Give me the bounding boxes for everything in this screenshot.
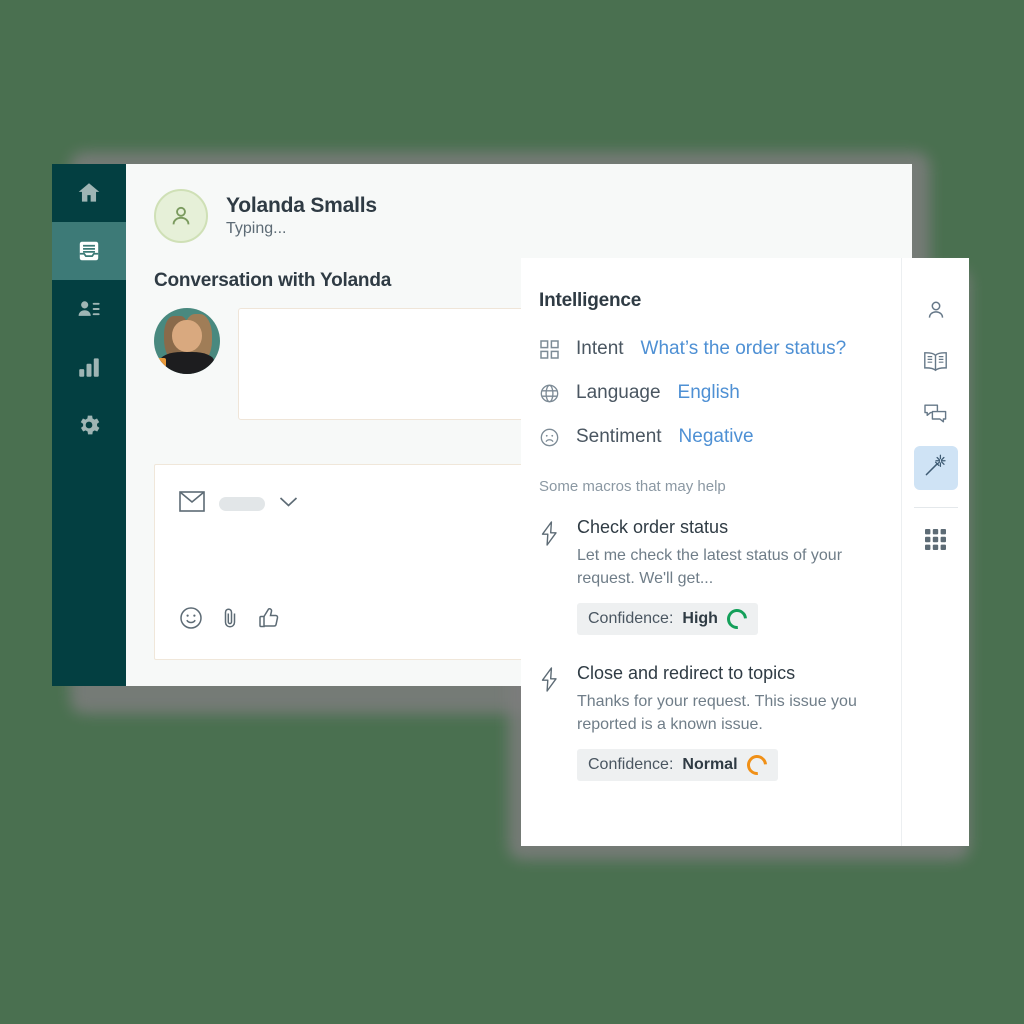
conversation-header: Yolanda Smalls Typing... <box>126 164 912 248</box>
intent-value[interactable]: What’s the order status? <box>641 338 847 360</box>
channel-name-placeholder <box>219 497 265 511</box>
contact-name: Yolanda Smalls <box>226 193 377 217</box>
intent-label: Intent <box>576 338 624 359</box>
chevron-down-icon[interactable] <box>279 495 298 513</box>
rail-divider <box>913 507 958 508</box>
apps-grid-icon <box>924 528 947 556</box>
intelligence-row-sentiment: Sentiment Negative <box>539 426 901 448</box>
intelligence-title: Intelligence <box>539 290 642 311</box>
typing-status: Typing... <box>226 220 287 238</box>
sidebar-item-settings[interactable] <box>52 396 126 454</box>
globe-icon <box>539 384 559 403</box>
macro-title: Check order status <box>577 517 729 537</box>
sidebar-item-reports[interactable] <box>52 338 126 396</box>
person-icon <box>924 298 948 327</box>
intelligence-row-intent: Intent What’s the order status? <box>539 338 901 360</box>
intelligence-content: Intelligence Intent What’s the order sta… <box>521 258 901 846</box>
rail-item-customer[interactable] <box>914 290 958 334</box>
magic-wand-icon <box>923 453 948 483</box>
intelligence-row-language: Language English <box>539 382 901 404</box>
message-bubble <box>238 308 538 420</box>
sidebar-item-inbox[interactable] <box>52 222 126 280</box>
contact-meta: Yolanda Smalls Typing... <box>226 194 377 238</box>
composer-channel-selector[interactable] <box>155 465 531 517</box>
intelligence-rail <box>901 258 969 846</box>
rail-item-conversations[interactable] <box>914 394 958 438</box>
composer-actions <box>179 606 281 635</box>
rail-item-knowledge[interactable] <box>914 342 958 386</box>
message-avatar <box>154 308 220 374</box>
settings-icon <box>76 412 102 438</box>
sentiment-label: Sentiment <box>576 426 662 447</box>
message-composer[interactable] <box>154 464 532 660</box>
macro-description: Thanks for your request. This issue you … <box>577 692 857 733</box>
thumbs-up-icon[interactable] <box>257 606 281 635</box>
home-icon <box>76 180 102 206</box>
sidebar-item-home[interactable] <box>52 164 126 222</box>
macro-description: Let me check the latest status of your r… <box>577 546 843 587</box>
language-value[interactable]: English <box>678 382 740 404</box>
status-badge: Confidence: Normal <box>577 748 778 781</box>
avatar <box>154 189 208 243</box>
primary-sidebar <box>52 164 126 686</box>
confidence-ring-icon <box>722 604 752 634</box>
sentiment-icon <box>539 428 559 447</box>
macros-heading: Some macros that may help <box>539 478 726 495</box>
emoji-icon[interactable] <box>179 606 203 635</box>
language-label: Language <box>576 382 661 403</box>
envelope-icon[interactable] <box>179 491 205 517</box>
confidence-label: Confidence: <box>588 755 674 773</box>
macro-title: Close and redirect to topics <box>577 662 796 683</box>
rail-item-apps[interactable] <box>914 520 958 564</box>
reports-icon <box>76 354 102 380</box>
chat-icon <box>923 402 948 430</box>
sidebar-item-contacts[interactable] <box>52 280 126 338</box>
confidence-value: Normal <box>682 755 738 773</box>
intelligence-panel: Intelligence Intent What’s the order sta… <box>521 258 969 846</box>
contacts-icon <box>76 296 102 322</box>
inbox-icon <box>76 238 102 264</box>
attachment-icon[interactable] <box>219 606 241 635</box>
macro-item[interactable]: Close and redirect to topics Thanks for … <box>539 663 901 781</box>
rail-item-intelligence[interactable] <box>913 446 958 490</box>
confidence-ring-icon <box>742 750 771 780</box>
knowledge-icon <box>923 350 948 378</box>
macro-item[interactable]: Check order status Let me check the late… <box>539 517 901 635</box>
bolt-icon <box>539 517 561 635</box>
confidence-label: Confidence: <box>588 609 674 627</box>
status-badge: Confidence: High <box>577 602 758 635</box>
sentiment-value[interactable]: Negative <box>679 426 754 448</box>
confidence-value: High <box>682 609 718 627</box>
bolt-icon <box>539 663 561 781</box>
grid-small-icon <box>539 339 559 359</box>
